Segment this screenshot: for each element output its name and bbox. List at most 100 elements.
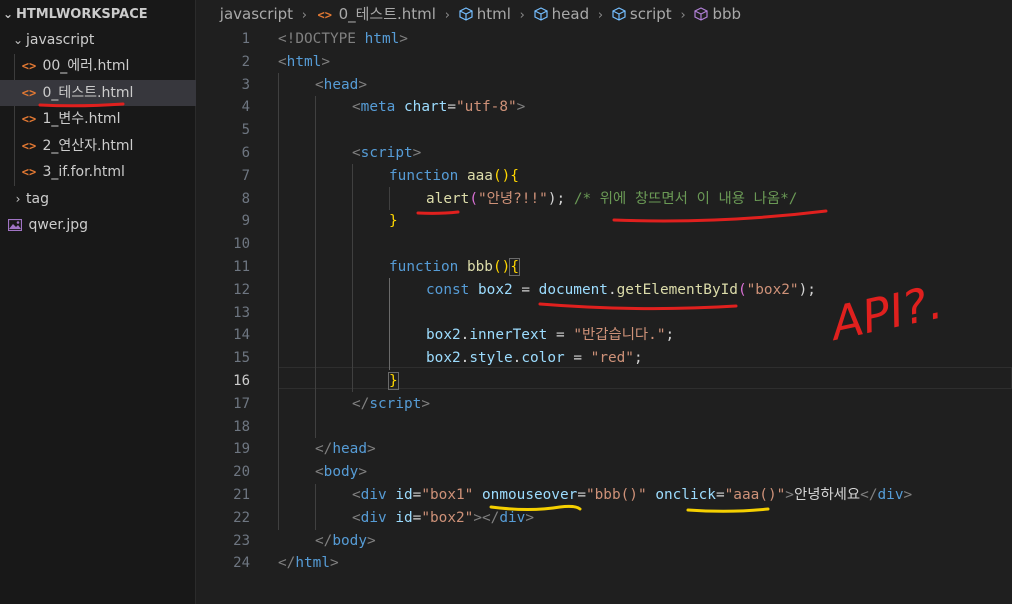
- element-cube-icon: [459, 7, 473, 21]
- tok: (: [469, 190, 478, 207]
- tok: const: [426, 281, 470, 298]
- tok: getElementById: [616, 281, 738, 298]
- tok: >: [785, 487, 794, 503]
- code-line-20: <body>: [315, 461, 367, 484]
- file-item-image[interactable]: qwer.jpg: [0, 212, 203, 238]
- image-file-icon: [7, 214, 24, 240]
- line-number: 20: [233, 464, 250, 481]
- file-item-active[interactable]: <> 0_테스트.html: [0, 80, 215, 106]
- tok: [395, 99, 404, 115]
- tok: html: [286, 53, 322, 70]
- tok: html: [364, 31, 400, 47]
- html-file-icon: <>: [21, 112, 37, 126]
- line-number: 15: [233, 350, 250, 367]
- file-item[interactable]: <> 00_에러.html: [0, 53, 215, 79]
- tok: </: [315, 532, 333, 549]
- tok: aaa: [466, 167, 493, 184]
- line-number: 17: [233, 395, 250, 412]
- indent-guide: [315, 484, 316, 530]
- breadcrumb-item[interactable]: head: [552, 0, 589, 28]
- tok: "red": [590, 350, 634, 367]
- html-file-icon: <>: [21, 59, 37, 73]
- code-line-2: <html>: [278, 51, 330, 74]
- folder-javascript[interactable]: ⌄ javascript: [0, 27, 205, 53]
- tok: <: [352, 487, 361, 503]
- tok: >: [399, 31, 408, 47]
- file-item[interactable]: <> 3_if.for.html: [0, 159, 215, 185]
- tok: <: [278, 53, 287, 70]
- tok: div: [499, 509, 526, 526]
- tok: =: [547, 327, 574, 344]
- breadcrumb-item[interactable]: 0_테스트.html: [339, 0, 436, 28]
- tok: function: [389, 259, 459, 275]
- code-line-11: function bbb(){: [389, 256, 520, 279]
- tok: >: [412, 145, 422, 161]
- tok: >: [516, 99, 526, 116]
- tok: [458, 259, 467, 275]
- code-line-23: </body>: [315, 530, 376, 553]
- tok: ;: [633, 350, 643, 367]
- line-number: 2: [241, 53, 250, 70]
- file-item[interactable]: <> 1_변수.html: [0, 106, 215, 132]
- tok: chart: [404, 99, 448, 116]
- tok: =: [577, 487, 586, 503]
- function-cube-icon: [694, 7, 709, 21]
- line-number: 4: [241, 99, 250, 116]
- tok: );: [798, 281, 816, 298]
- tok: (): [492, 259, 511, 275]
- breadcrumb-item[interactable]: script: [630, 0, 672, 28]
- tok: [647, 487, 656, 503]
- line-number: 5: [241, 122, 250, 139]
- tok: div: [360, 487, 387, 503]
- breadcrumb-item[interactable]: javascript: [220, 0, 293, 28]
- breadcrumb-item[interactable]: bbb: [712, 0, 741, 28]
- tok: alert: [426, 190, 470, 207]
- code-line-14: box2.innerText = "반갑습니다.";: [426, 324, 674, 347]
- line-number: 10: [233, 236, 250, 253]
- tok: </: [860, 487, 878, 503]
- code-line-7: function aaa(){: [389, 165, 519, 188]
- file-item[interactable]: <> 2_연산자.html: [0, 133, 215, 159]
- tok: >: [525, 509, 534, 526]
- line-number: 21: [233, 487, 250, 503]
- file-label: 1_변수.html: [42, 111, 121, 127]
- tok: "box2": [746, 281, 799, 298]
- line-number: 24: [233, 555, 250, 572]
- tok: "utf-8": [456, 99, 517, 116]
- line-number: 9: [241, 213, 250, 230]
- tok: >: [321, 53, 330, 70]
- code-editor[interactable]: 1 2 3 4 5 6 7 8 9 10 11 12 13 14 15 16 1…: [196, 28, 1012, 604]
- tok: function: [389, 167, 459, 184]
- folder-tag[interactable]: › tag: [0, 186, 205, 212]
- file-label: 2_연산자.html: [42, 138, 134, 154]
- tok: body: [323, 464, 359, 481]
- tok: >: [903, 487, 913, 503]
- tok: =: [512, 281, 539, 298]
- breadcrumb: javascript › <> 0_테스트.html › html › head…: [196, 0, 1012, 28]
- tok: box2: [478, 281, 513, 298]
- code-line-24: </html>: [278, 552, 339, 575]
- tok: >: [421, 395, 430, 412]
- tok: color: [521, 350, 565, 367]
- line-number: 18: [233, 418, 250, 435]
- tok: "반갑습니다.": [573, 327, 666, 344]
- line-number-current: 16: [233, 373, 250, 389]
- tok: =: [447, 99, 456, 116]
- explorer-sidebar: ⌄ HTMLWORKSPACE ⌄ javascript <> 00_에러.html…: [0, 0, 215, 604]
- tok: div: [360, 509, 387, 526]
- tok: onclick: [655, 487, 716, 503]
- tok: div: [877, 487, 904, 503]
- tok: <: [315, 464, 324, 481]
- tok: (){: [492, 167, 519, 184]
- tok: ;: [665, 327, 675, 344]
- tok: 안녕하세요: [793, 487, 861, 503]
- code-line-1: <!DOCTYPE html>: [278, 28, 408, 51]
- code-line-19: </head>: [315, 438, 376, 461]
- file-label: 00_에러.html: [42, 58, 130, 74]
- tok: style: [469, 350, 513, 367]
- tok: </: [352, 395, 370, 412]
- tok: </: [278, 555, 296, 572]
- breadcrumb-item[interactable]: html: [477, 0, 511, 28]
- workspace-header[interactable]: ⌄ HTMLWORKSPACE: [0, 1, 195, 27]
- line-number: 11: [233, 259, 250, 275]
